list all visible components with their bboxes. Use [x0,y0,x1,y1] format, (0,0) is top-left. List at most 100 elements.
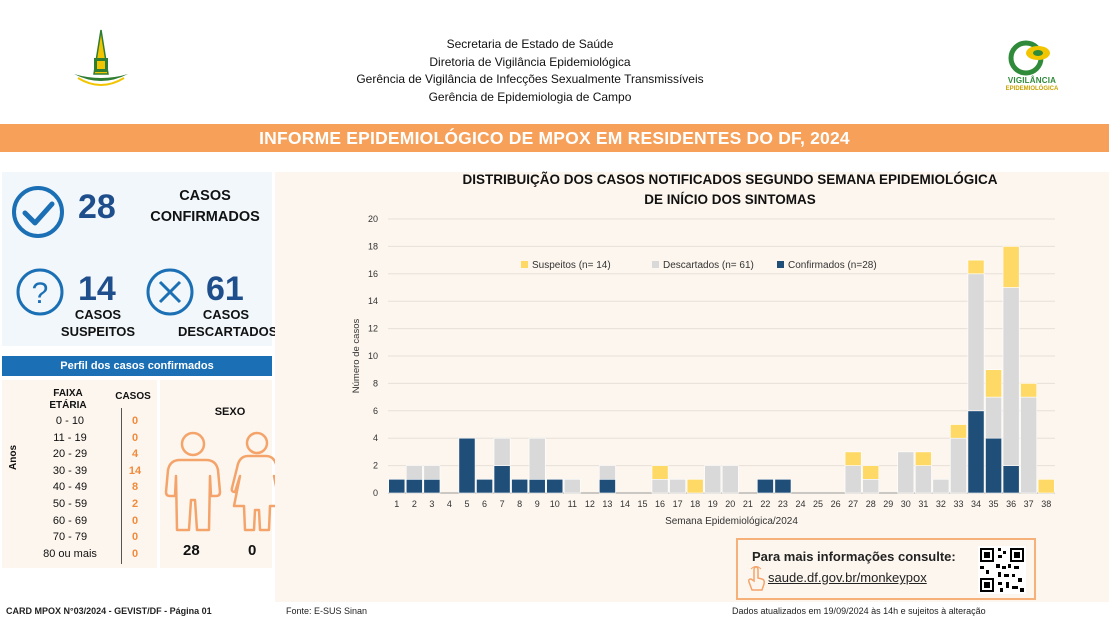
age-group-value: 8 [131,481,139,494]
sex-header: SEXO [214,406,246,418]
x-tick-label: 4 [447,499,452,509]
bar-segment [423,478,441,494]
age-group-label: 0 - 10 [55,415,85,427]
bar-segment [757,478,774,494]
bar-segment [774,478,792,494]
x-tick-label: 23 [778,499,788,509]
x-tick-label: 5 [464,499,469,509]
bar-segment [967,273,985,412]
bar-segment [651,478,669,494]
x-tick-label: 9 [535,499,540,509]
legend-label: Confirmados (n=28) [788,260,877,271]
x-tick-label: 12 [585,499,595,509]
bar-segment [528,478,546,494]
svg-text:?: ? [32,277,49,310]
bar-segment [985,437,1002,494]
bar-segment [985,369,1002,398]
x-tick-label: 8 [517,499,522,509]
bar-segment [1020,396,1038,494]
age-group-row: 20 - 29 4 [20,448,150,465]
bar-segment [423,465,441,480]
x-tick-label: 2 [412,499,417,509]
age-group-value: 0 [131,547,139,560]
y-tick-label: 2 [373,461,378,471]
age-group-row: 70 - 79 0 [20,531,150,548]
bar-segment [985,396,1002,439]
bar-segment [862,478,880,494]
bar-segment [669,478,686,494]
y-tick-label: 16 [368,269,378,279]
header-institution-lines: Secretaria de Estado de Saúde Diretoria … [320,36,740,106]
x-tick-label: 29 [883,499,893,509]
age-group-label: 11 - 19 [53,431,87,444]
qr-code-icon[interactable] [978,546,1026,594]
bar-segment [1002,287,1020,466]
age-group-row: 40 - 49 8 [20,481,150,498]
y-axis-title: Número de casos [351,319,362,394]
x-tick-label: 22 [760,499,770,509]
age-group-label: 50 - 59 [52,498,88,510]
age-group-value: 4 [131,448,139,461]
x-tick-label: 34 [971,499,981,509]
age-axis-label: Anos [8,445,19,470]
bar-segment [1002,246,1020,288]
bar-segment [1020,383,1038,398]
header-line: Gerência de Vigilância de Infecções Sexu… [356,72,704,86]
legend-swatch [652,261,659,268]
more-info-title: Para mais informações consulte: [752,549,956,564]
bar-segment [563,478,581,494]
bar-segment [458,437,476,494]
male-figure-icon [164,431,222,532]
monkeypox-link[interactable]: saude.df.gov.br/monkeypox [768,570,927,585]
bar-segment [914,451,932,466]
bar-segment [844,465,862,494]
age-group-label: 40 - 49 [52,481,88,494]
bar-segment [914,465,932,494]
suspected-label: CASOS SUSPEITOS [60,307,136,339]
bar-segment [704,465,722,494]
y-tick-label: 6 [373,406,378,416]
age-group-row: 30 - 39 14 [20,465,150,482]
x-tick-label: 18 [690,499,700,509]
df-coat-of-arms-logo [70,28,132,94]
age-group-value: 0 [131,531,139,544]
bar-segment [1002,465,1020,494]
x-tick-label: 35 [989,499,999,509]
epi-week-stacked-bar-chart: 024681012141618201 2 3 4 5 6 7 8 9 10 11 12 13 14 15 16… [351,214,1055,527]
x-tick-label: 38 [1041,499,1051,509]
x-tick-label: 10 [550,499,560,509]
age-group-row: 80 ou mais 0 [20,548,150,565]
age-group-label: 20 - 29 [52,448,88,461]
x-tick-label: 26 [831,499,841,509]
x-tick-label: 36 [1006,499,1016,509]
x-tick-label: 25 [813,499,823,509]
x-tick-label: 33 [953,499,963,509]
age-group-value: 0 [131,514,139,527]
logo-text-epidemiologica: EPIDEMIOLÓGICA [1005,86,1059,92]
female-count: 0 [248,542,257,559]
age-group-value: 0 [131,431,139,444]
legend-swatch [521,261,528,268]
cases-header: CASOS [115,391,151,402]
age-group-row: 11 - 19 0 [20,432,150,449]
bar-segment [388,478,406,494]
x-tick-label: 20 [725,499,735,509]
age-group-value: 14 [128,464,142,477]
bar-segment [950,424,967,439]
age-group-label: 60 - 69 [52,514,88,527]
bar-segment [721,465,739,494]
y-tick-label: 0 [373,488,378,498]
x-tick-label: 24 [795,499,805,509]
bar-segment [651,465,669,480]
bar-segment [528,437,546,480]
bar-segment [932,478,950,494]
x-tick-label: 1 [394,499,399,509]
bar-segment [950,437,967,494]
x-tick-label: 3 [429,499,434,509]
report-title-banner: INFORME EPIDEMIOLÓGICO DE MPOX EM RESIDE… [0,124,1109,152]
x-tick-label: 6 [482,499,487,509]
age-group-label: 70 - 79 [52,531,88,544]
x-tick-label: 31 [918,499,928,509]
x-axis-title: Semana Epidemiológica/2024 [665,516,798,527]
pointing-hand-icon [748,566,765,591]
